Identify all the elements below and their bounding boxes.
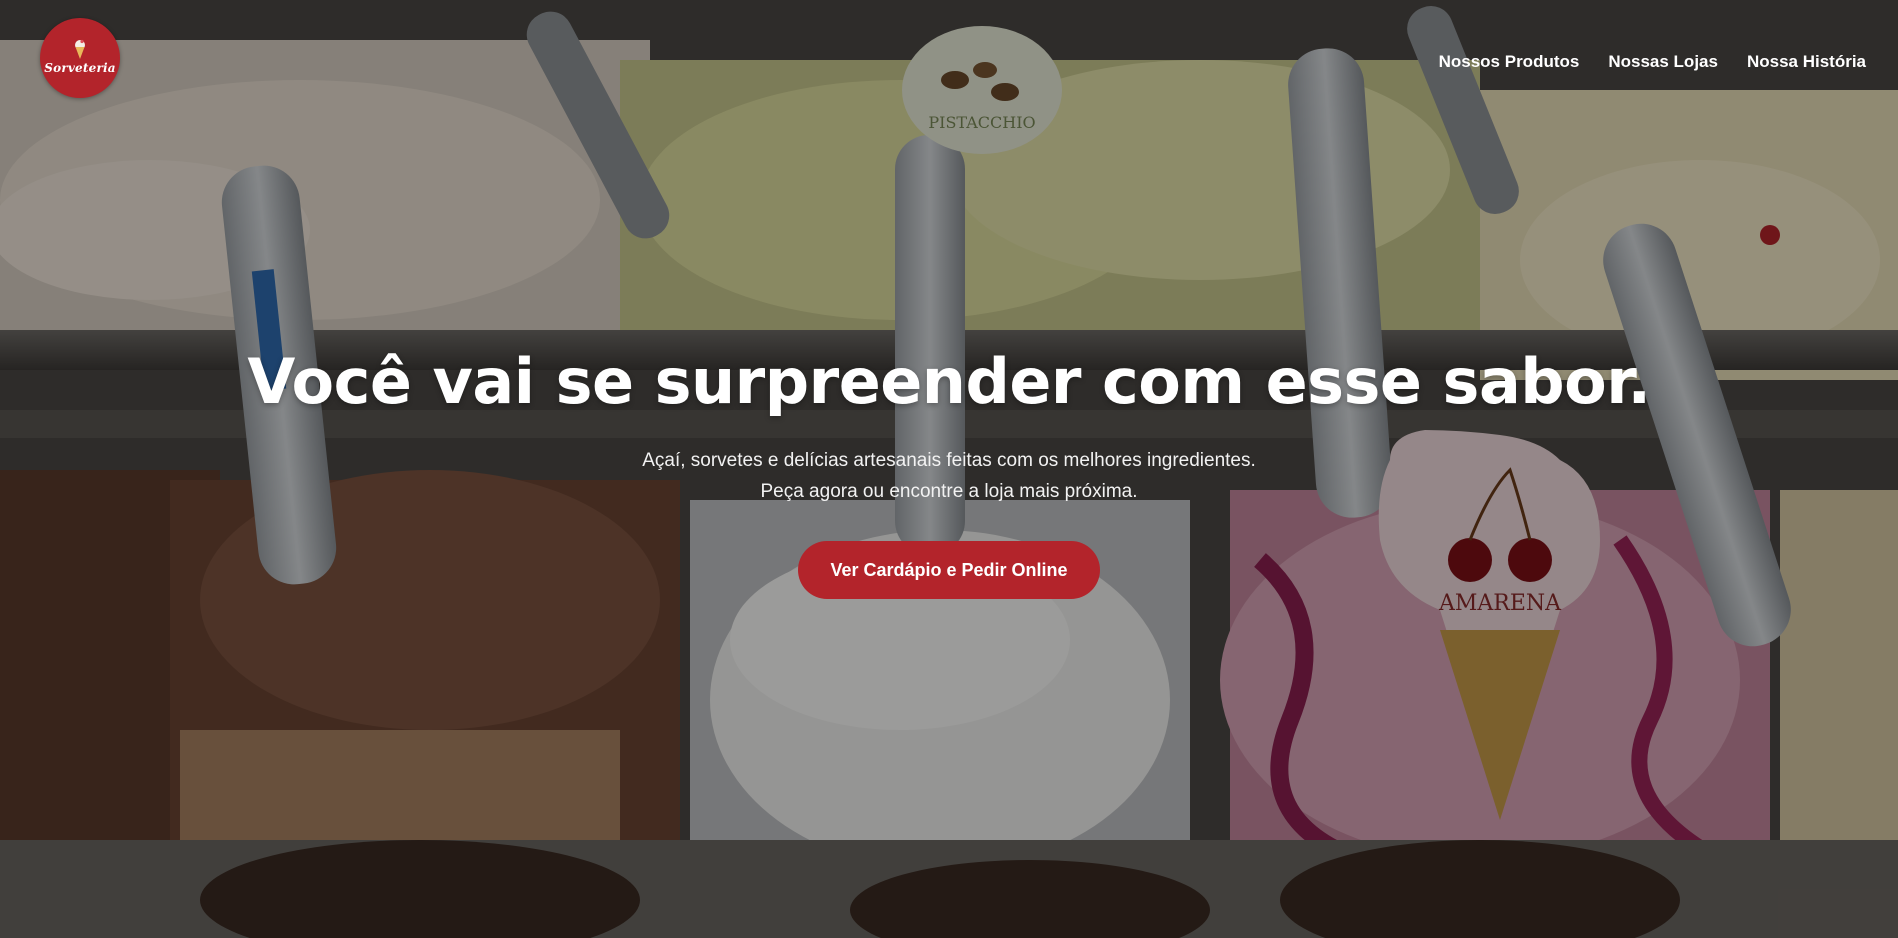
- nav-item-produtos[interactable]: Nossos Produtos: [1439, 52, 1580, 72]
- hero-content: Você vai se surpreender com esse sabor. …: [0, 345, 1898, 600]
- hero-section: PISTACCHIO AMARENA Sorveteria Nossos Pro…: [0, 0, 1898, 938]
- brand-logo-text: Sorveteria: [44, 60, 116, 75]
- hero-headline: Você vai se surpreender com esse sabor.: [247, 345, 1651, 418]
- hero-subtitle: Açaí, sorvetes e delícias artesanais fei…: [642, 450, 1256, 503]
- order-online-button[interactable]: Ver Cardápio e Pedir Online: [798, 541, 1100, 600]
- site-header: Sorveteria Nossos Produtos Nossas Lojas …: [0, 0, 1898, 120]
- ice-cream-cone-icon: [75, 39, 85, 59]
- nav-item-lojas[interactable]: Nossas Lojas: [1608, 52, 1718, 72]
- nav-item-historia[interactable]: Nossa História: [1747, 52, 1866, 72]
- main-nav: Nossos Produtos Nossas Lojas Nossa Histó…: [1439, 52, 1866, 72]
- brand-logo[interactable]: Sorveteria: [40, 18, 120, 98]
